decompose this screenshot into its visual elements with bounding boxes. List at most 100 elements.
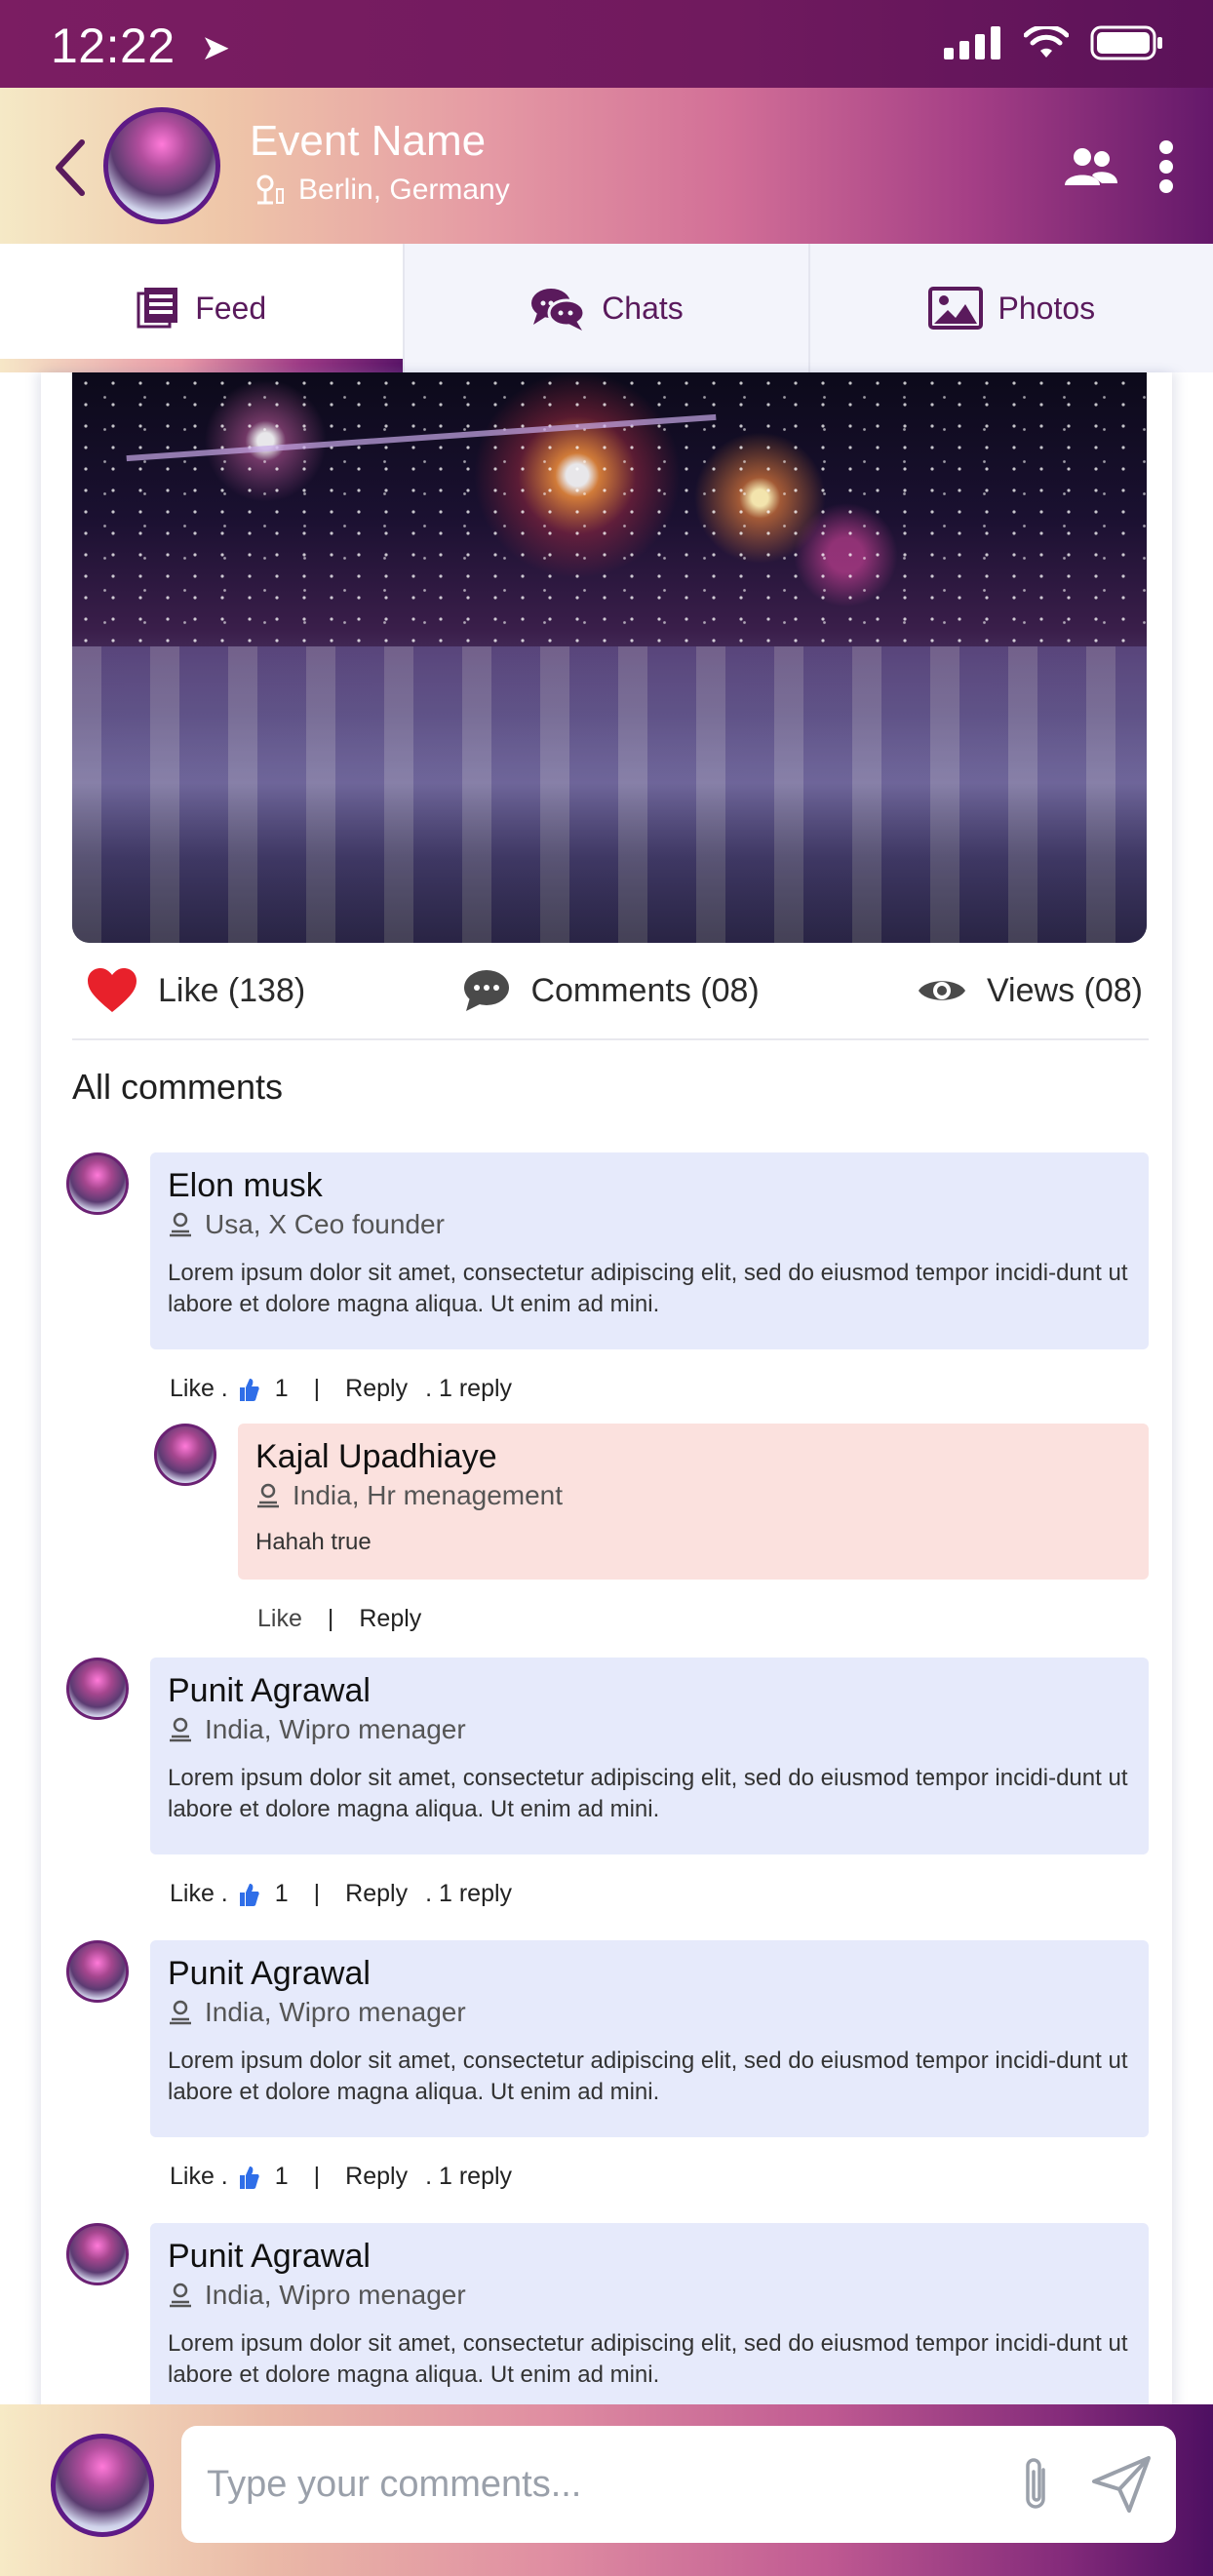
like-stat[interactable]: Like (138) bbox=[86, 967, 305, 1014]
comment-text: Lorem ipsum dolor sit amet, consectetur … bbox=[168, 1765, 1128, 1822]
comment-bubble: Punit Agrawal India, Wipro menager Lorem… bbox=[150, 1658, 1149, 1854]
avatar[interactable] bbox=[66, 2223, 129, 2285]
back-button[interactable] bbox=[49, 137, 92, 199]
comment-bubble: Punit Agrawal India, Wipro menager Lorem… bbox=[150, 1940, 1149, 2137]
photo-tables bbox=[72, 645, 1147, 943]
status-time: 12:22 ➤ bbox=[51, 18, 231, 74]
tab-chats-label: Chats bbox=[602, 290, 684, 326]
event-avatar[interactable] bbox=[103, 107, 220, 224]
person-icon bbox=[170, 2000, 191, 2025]
avatar[interactable] bbox=[66, 1940, 129, 2003]
comment-actions: Like . 1 | Reply . 1 reply bbox=[170, 2163, 512, 2191]
event-title: Event Name bbox=[250, 117, 487, 165]
comment-composer bbox=[0, 2404, 1213, 2576]
tab-photos[interactable]: Photos bbox=[810, 244, 1213, 372]
person-icon bbox=[170, 1717, 191, 1742]
like-count-small: 1 bbox=[274, 2163, 289, 2190]
person-icon bbox=[170, 1212, 191, 1237]
commenter-role-text: India, Wipro menager bbox=[205, 1997, 466, 2027]
my-avatar[interactable] bbox=[51, 2434, 154, 2537]
all-comments-title: All comments bbox=[72, 1067, 284, 1107]
commenter-name[interactable]: Punit Agrawal bbox=[168, 1954, 1131, 1993]
reply-link[interactable]: Reply bbox=[345, 1880, 408, 1908]
paperclip-icon[interactable] bbox=[1020, 2456, 1053, 2513]
commenter-name[interactable]: Punit Agrawal bbox=[168, 2237, 1131, 2276]
comment-text: Hahah true bbox=[255, 1529, 372, 1555]
reply-link[interactable]: Reply bbox=[345, 2163, 408, 2191]
commenter-name[interactable]: Punit Agrawal bbox=[168, 1671, 1131, 1710]
like-link[interactable]: Like . bbox=[170, 1375, 228, 1403]
separator: | bbox=[313, 2163, 321, 2190]
location-arrow-icon: ➤ bbox=[201, 27, 231, 67]
thumbs-up-icon bbox=[239, 2166, 259, 2189]
comment-text: Lorem ipsum dolor sit amet, consectetur … bbox=[168, 2048, 1128, 2105]
app-screen: 12:22 ➤ Event Name Berlin, Germany Feed … bbox=[0, 0, 1213, 2576]
members-icon[interactable] bbox=[1063, 146, 1119, 187]
signal-icon bbox=[944, 26, 1000, 59]
like-link[interactable]: Like . bbox=[170, 1880, 228, 1908]
event-location-text: Berlin, Germany bbox=[298, 174, 510, 206]
like-link[interactable]: Like bbox=[257, 1605, 302, 1633]
comment-actions: Like . 1 | Reply . 1 reply bbox=[170, 1880, 512, 1908]
status-bar: 12:22 ➤ bbox=[0, 0, 1213, 88]
thumbs-up-icon bbox=[239, 1378, 259, 1401]
like-link[interactable]: Like . bbox=[170, 2163, 228, 2191]
commenter-role: India, Wipro menager bbox=[168, 2280, 1131, 2311]
event-header: Event Name Berlin, Germany bbox=[0, 88, 1213, 244]
commenter-role-text: Usa, X Ceo founder bbox=[205, 1209, 445, 1239]
reply-link[interactable]: Reply bbox=[345, 1375, 408, 1403]
commenter-role: Usa, X Ceo founder bbox=[168, 1209, 1131, 1240]
chats-icon bbox=[531, 289, 586, 331]
separator: | bbox=[313, 1375, 321, 1402]
person-icon bbox=[257, 1483, 279, 1508]
composer-icons bbox=[1020, 2456, 1151, 2513]
photos-icon bbox=[927, 287, 983, 330]
more-options-icon[interactable] bbox=[1158, 140, 1174, 193]
comments-count: Comments (08) bbox=[530, 971, 760, 1009]
wifi-icon bbox=[1024, 26, 1069, 58]
tab-chats[interactable]: Chats bbox=[405, 244, 810, 372]
reply-count[interactable]: . 1 reply bbox=[425, 1880, 512, 1908]
commenter-role-text: India, Wipro menager bbox=[205, 2280, 466, 2310]
comment-text: Lorem ipsum dolor sit amet, consectetur … bbox=[168, 1260, 1128, 1317]
commenter-name[interactable]: Elon musk bbox=[168, 1166, 1131, 1205]
comment-input[interactable] bbox=[207, 2463, 1020, 2506]
status-time-text: 12:22 bbox=[51, 19, 176, 73]
avatar[interactable] bbox=[66, 1152, 129, 1215]
eye-icon bbox=[918, 981, 965, 1000]
tab-photos-label: Photos bbox=[998, 290, 1096, 326]
reply-count[interactable]: . 1 reply bbox=[425, 1375, 512, 1403]
commenter-role: India, Hr menagement bbox=[255, 1480, 1131, 1511]
commenter-role-text: India, Hr menagement bbox=[293, 1480, 564, 1510]
comment-bubble: Punit Agrawal India, Wipro menager Lorem… bbox=[150, 2223, 1149, 2420]
comment-bubble: Elon musk Usa, X Ceo founder Lorem ipsum… bbox=[150, 1152, 1149, 1349]
location-pin-icon bbox=[256, 175, 284, 205]
separator: | bbox=[313, 1880, 321, 1907]
views-count: Views (08) bbox=[986, 971, 1143, 1009]
like-count-small: 1 bbox=[274, 1880, 289, 1907]
comments-stat[interactable]: Comments (08) bbox=[462, 968, 760, 1013]
avatar[interactable] bbox=[66, 1658, 129, 1720]
event-location: Berlin, Germany bbox=[254, 174, 510, 207]
comment-input-wrapper bbox=[181, 2426, 1176, 2543]
status-icons bbox=[944, 25, 1164, 60]
like-count-small: 1 bbox=[274, 1375, 289, 1402]
tab-bar: Feed Chats Photos bbox=[0, 244, 1213, 372]
commenter-role: India, Wipro menager bbox=[168, 1714, 1131, 1745]
reply-count[interactable]: . 1 reply bbox=[425, 2163, 512, 2191]
separator: | bbox=[327, 1605, 334, 1632]
commenter-role-text: India, Wipro menager bbox=[205, 1714, 466, 1744]
send-icon[interactable] bbox=[1092, 2456, 1151, 2513]
event-photo[interactable] bbox=[72, 372, 1147, 943]
person-icon bbox=[170, 2283, 191, 2308]
commenter-name[interactable]: Kajal Upadhiaye bbox=[255, 1437, 1131, 1476]
header-actions bbox=[1063, 140, 1174, 193]
reply-link[interactable]: Reply bbox=[359, 1605, 421, 1633]
reply-actions: Like | Reply bbox=[257, 1605, 421, 1633]
tab-feed[interactable]: Feed bbox=[0, 244, 406, 372]
comment-actions: Like . 1 | Reply . 1 reply bbox=[170, 1375, 512, 1403]
post-card: Like (138) Comments (08) Views (08) All … bbox=[41, 372, 1172, 2547]
photo-stars bbox=[72, 372, 1147, 646]
tab-feed-label: Feed bbox=[195, 290, 267, 326]
avatar[interactable] bbox=[154, 1424, 216, 1486]
